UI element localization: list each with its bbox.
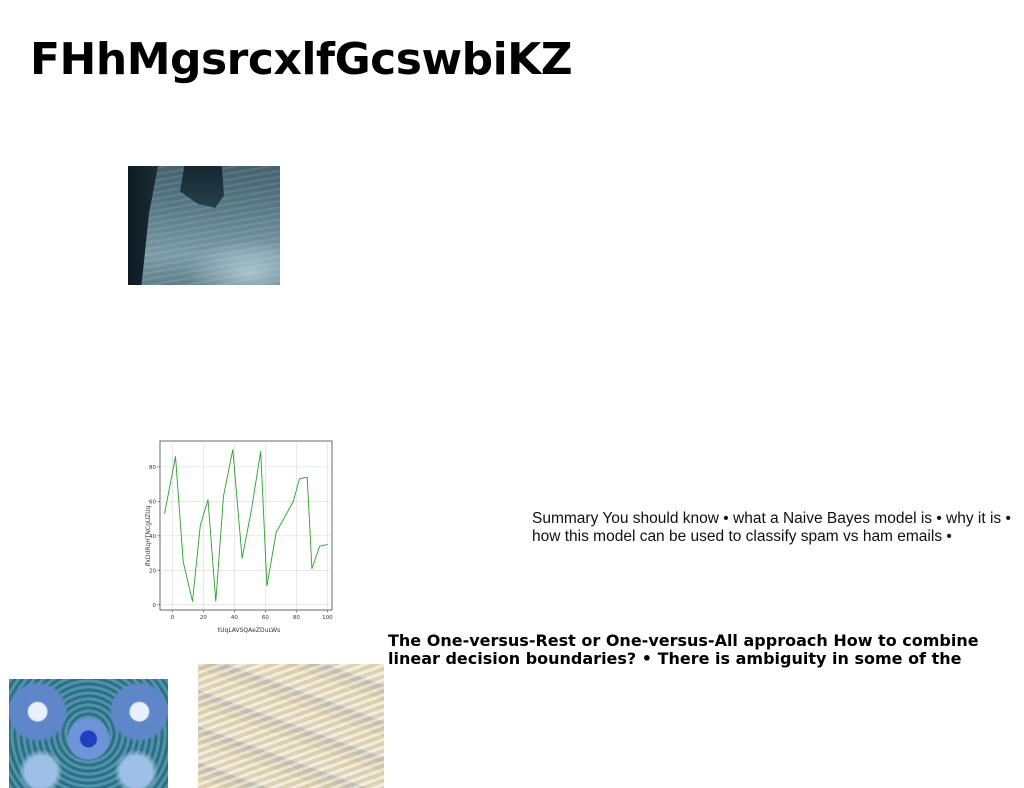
x-tick-label: 0 <box>171 615 175 621</box>
sea-stack-shape <box>180 166 224 208</box>
data-point <box>311 568 313 570</box>
x-axis-label: tUqLAVSQAeZDuLWs <box>218 627 280 634</box>
x-tick-label: 40 <box>231 615 238 621</box>
y-tick-label: 80 <box>149 465 156 471</box>
pastel-wave-pattern-photo <box>198 664 384 788</box>
cliff-shape <box>128 166 158 285</box>
sea-cliff-photo <box>128 166 280 285</box>
x-tick-label: 100 <box>322 615 333 621</box>
line-chart: 0 20 40 60 80 100 0 20 40 60 80 ifxDdRqHTNCgUZUq tUq… <box>142 436 340 636</box>
data-point <box>175 456 176 457</box>
summary-text: Summary You should know • what a Naive B… <box>532 510 1011 545</box>
data-point <box>199 525 201 526</box>
data-point <box>223 495 224 497</box>
x-tick-label: 60 <box>262 615 269 621</box>
page-title: FHhMgsrcxlfGcswbiKZ <box>30 34 573 85</box>
y-tick-label: 60 <box>149 499 156 505</box>
x-tick-label: 20 <box>200 615 207 621</box>
data-point <box>306 476 308 478</box>
data-point <box>241 557 243 559</box>
data-point <box>299 478 300 480</box>
data-point <box>232 449 234 451</box>
y-tick-label: 20 <box>149 568 156 574</box>
data-point <box>192 600 193 602</box>
data-point <box>215 600 217 602</box>
data-point <box>164 513 166 514</box>
data-point <box>182 561 184 563</box>
data-point <box>266 585 268 587</box>
data-point <box>207 499 209 501</box>
data-point <box>292 500 294 502</box>
data-point <box>319 545 321 547</box>
approach-text: The One-versus-Rest or One-versus-All ap… <box>388 631 979 668</box>
plot-frame <box>159 440 333 611</box>
y-tick-label: 0 <box>153 603 157 609</box>
data-point <box>326 544 328 545</box>
y-axis-label: ifxDdRqHTNCgUZUq <box>145 505 152 566</box>
data-point <box>275 531 277 533</box>
blue-floral-pattern-photo <box>9 679 168 788</box>
data-point <box>260 450 262 452</box>
x-tick-label: 80 <box>293 615 300 621</box>
data-point <box>251 509 252 511</box>
